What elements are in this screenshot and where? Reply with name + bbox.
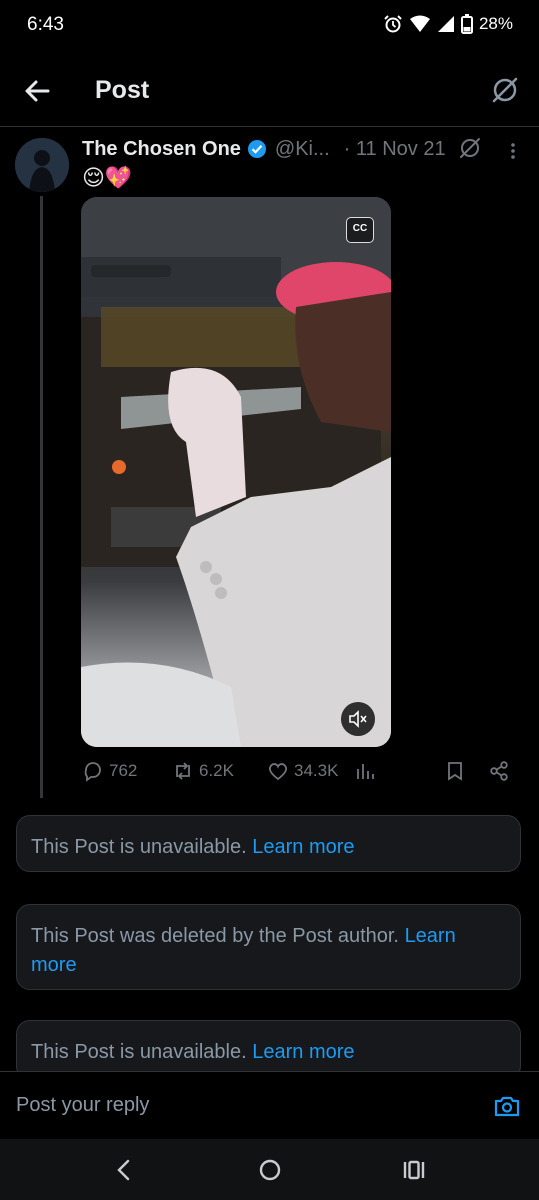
alarm-icon — [384, 15, 402, 33]
repost-action[interactable]: 6.2K — [172, 760, 234, 782]
more-options-icon[interactable] — [504, 138, 522, 164]
post-video[interactable] — [81, 197, 391, 747]
status-bar: 6:43 28% — [0, 0, 539, 52]
notice-text: This Post is unavailable. — [31, 836, 247, 858]
author-name[interactable]: The Chosen One — [82, 138, 241, 161]
analytics-icon — [357, 764, 374, 779]
thread-line — [40, 196, 43, 798]
notice-text: This Post was deleted by the Post author… — [31, 925, 399, 947]
post-header: The Chosen One @Ki... · 11 Nov 21 — [82, 136, 446, 162]
unavailable-post-notice: This Post is unavailable. Learn more — [16, 815, 521, 872]
learn-more-link[interactable]: Learn more — [252, 836, 354, 858]
video-frame — [81, 197, 391, 747]
back-arrow-icon[interactable] — [22, 76, 52, 106]
grok-icon[interactable] — [489, 74, 521, 106]
reply-action[interactable]: 762 — [82, 760, 137, 782]
reply-icon — [84, 762, 101, 782]
like-count: 34.3K — [294, 761, 339, 780]
deleted-post-notice: This Post was deleted by the Post author… — [16, 904, 521, 990]
heart-icon — [269, 763, 287, 781]
verified-badge-icon — [247, 140, 266, 158]
reply-count: 762 — [109, 761, 138, 780]
like-action[interactable]: 34.3K — [267, 760, 338, 782]
share-action[interactable] — [488, 760, 510, 782]
repost-icon — [176, 762, 190, 780]
bookmark-icon — [448, 762, 462, 781]
top-app-bar: Post — [0, 56, 539, 127]
nav-recents-icon[interactable] — [399, 1155, 429, 1185]
author-handle[interactable]: @Ki... — [275, 138, 330, 161]
muted-volume-icon[interactable] — [341, 702, 375, 736]
avatar[interactable] — [15, 138, 69, 192]
views-action[interactable] — [354, 760, 376, 782]
nav-back-icon[interactable] — [110, 1155, 140, 1185]
bookmark-action[interactable] — [444, 760, 466, 782]
reply-input[interactable]: Post your reply — [16, 1094, 149, 1117]
battery-icon — [460, 14, 473, 34]
repost-count: 6.2K — [199, 761, 234, 780]
share-icon — [490, 761, 508, 781]
post-date[interactable]: · 11 Nov 21 — [344, 138, 446, 161]
wifi-icon — [409, 15, 430, 32]
post-text: 😌💖 — [82, 165, 133, 190]
status-time: 6:43 — [27, 14, 64, 35]
captions-button[interactable]: CC — [346, 217, 374, 243]
signal-icon — [437, 16, 454, 32]
grok-icon[interactable] — [457, 135, 483, 161]
post-actions: 762 6.2K 34.3K — [82, 760, 522, 790]
status-icons: 28% — [383, 14, 513, 34]
notice-text: This Post is unavailable. — [31, 1041, 247, 1063]
reply-bar: Post your reply — [0, 1071, 539, 1140]
page-title: Post — [95, 76, 150, 104]
system-navigation-bar — [0, 1139, 539, 1200]
camera-icon[interactable] — [493, 1092, 521, 1120]
nav-home-icon[interactable] — [255, 1155, 285, 1185]
learn-more-link[interactable]: Learn more — [252, 1041, 354, 1063]
battery-level: 28% — [478, 14, 513, 33]
